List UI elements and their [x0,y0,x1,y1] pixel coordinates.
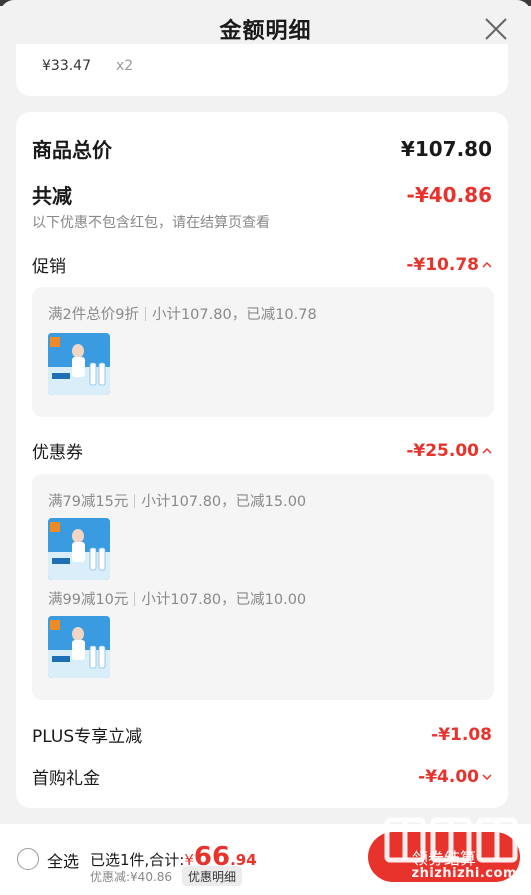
divider [144,307,146,321]
coupon-value: -¥25.00 [406,441,492,461]
previous-item-card: ¥33.47 x2 [16,44,508,96]
promotion-rule-detail: 小计107.80，已减10.78 [151,307,317,323]
coupon-rule: 满99减10元 小计107.80，已减10.00 [48,588,306,609]
promotion-row[interactable]: 促销 -¥10.78 [32,252,492,277]
plus-value: -¥1.08 [431,724,492,745]
promotion-amount: -¥10.78 [406,254,479,275]
previous-item-price: ¥33.47 [42,58,91,74]
coupon-rule-detail: 小计107.80，已减15.00 [141,494,307,510]
first-gift-label: 首购礼金 [32,769,100,789]
product-thumbnail[interactable] [48,518,110,580]
divider [134,494,136,508]
discount-detail-button[interactable]: 优惠明细 [182,866,243,886]
product-thumbnail[interactable] [48,333,110,395]
product-thumbnail[interactable] [48,616,110,678]
first-gift-row[interactable]: 首购礼金 -¥4.00 [32,764,492,789]
plus-row: PLUS专享立减 -¥1.08 [32,722,492,748]
total-price-value: ¥107.80 [400,136,492,161]
divider [134,592,136,606]
promotion-value: -¥10.78 [406,255,492,275]
discount-summary: 优惠减:¥40.86 [90,870,173,884]
coupon-rule-title: 满79减15元 [48,494,129,510]
chevron-down-icon [482,773,492,780]
coupon-panel: 满79减15元 小计107.80，已减15.00 满99减10元 小计107.80，… [32,474,494,700]
watermark-text: zhizhizhi.com [411,866,517,881]
coupon-row[interactable]: 优惠券 -¥25.00 [32,438,492,463]
price-detail-card: 商品总价 ¥107.80 共减 -¥40.86 以下优惠不包含红包，请在结算页查… [16,112,508,808]
promotion-panel: 满2件总价9折 小计107.80，已减10.78 [32,287,494,417]
promotion-rule-title: 满2件总价9折 [48,307,139,323]
promotion-label: 促销 [32,257,66,277]
selected-prefix: 已选1件,合计: [90,851,185,869]
sheet-title: 金额明细 [219,19,312,44]
plus-label: PLUS专享立减 [32,727,143,747]
previous-item-qty: x2 [116,58,134,74]
first-gift-value: -¥4.00 [418,767,492,787]
total-reduce-label: 共减 [32,184,72,208]
promotion-rule: 满2件总价9折 小计107.80，已减10.78 [48,303,317,324]
coupon-rule-detail: 小计107.80，已减10.00 [141,592,307,608]
coupon-amount: -¥25.00 [406,440,479,461]
chevron-up-icon [482,261,492,268]
chevron-up-icon [482,447,492,454]
coupon-rule-title: 满99减10元 [48,592,129,608]
coupon-label: 优惠券 [32,443,83,463]
first-gift-amount: -¥4.00 [418,766,479,787]
select-all-radio[interactable] [17,848,39,870]
checkout-bar: 全选 已选1件,合计:¥66.94 优惠减:¥40.86 优惠明细 领券结算 [0,824,531,895]
close-icon[interactable] [483,16,509,42]
coupon-rule: 满79减15元 小计107.80，已减15.00 [48,490,306,511]
select-all-label[interactable]: 全选 [47,848,79,872]
total-reduce-row: 共减 -¥40.86 [32,180,492,209]
total-reduce-value: -¥40.86 [406,182,492,207]
total-price-label: 商品总价 [32,138,112,162]
discount-note: 以下优惠不包含红包，请在结算页查看 [32,215,270,231]
amount-detail-sheet: 金额明细 ¥33.47 x2 商品总价 ¥107.80 共减 -¥40.86 以… [0,0,531,895]
total-price-row: 商品总价 ¥107.80 [32,134,492,163]
